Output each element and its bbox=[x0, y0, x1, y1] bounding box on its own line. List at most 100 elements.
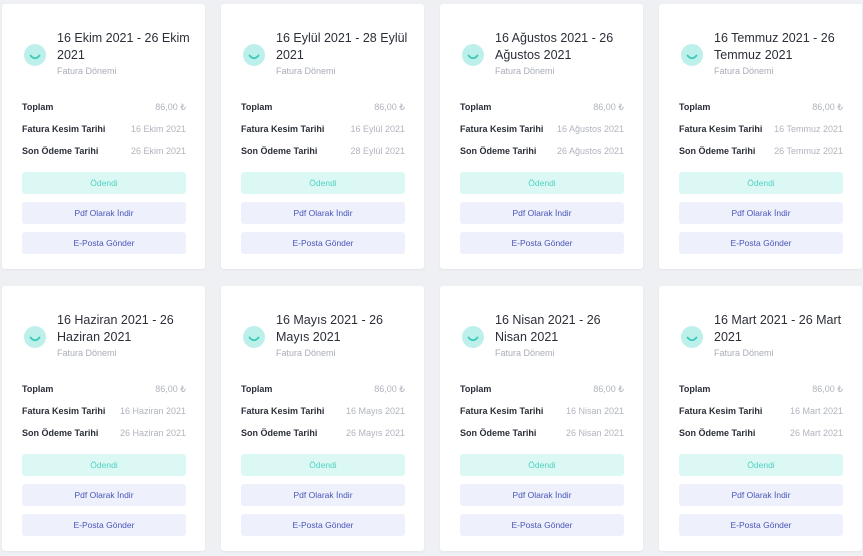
issue-date-row: Fatura Kesim Tarihi 16 Temmuz 2021 bbox=[679, 122, 843, 136]
total-label: Toplam bbox=[679, 384, 711, 394]
issue-date-row: Fatura Kesim Tarihi 16 Eylül 2021 bbox=[241, 122, 405, 136]
issue-date-label: Fatura Kesim Tarihi bbox=[22, 124, 106, 134]
due-date-label: Son Ödeme Tarihi bbox=[460, 146, 537, 156]
issue-date-label: Fatura Kesim Tarihi bbox=[241, 124, 325, 134]
total-label: Toplam bbox=[460, 102, 492, 112]
smile-icon bbox=[243, 44, 265, 66]
download-pdf-button[interactable]: Pdf Olarak İndir bbox=[22, 484, 186, 506]
due-date-row: Son Ödeme Tarihi 26 Nisan 2021 bbox=[460, 426, 624, 440]
invoice-period-subtitle: Fatura Dönemi bbox=[57, 348, 117, 358]
invoice-period-subtitle: Fatura Dönemi bbox=[57, 66, 117, 76]
total-row: Toplam 86,00 ₺ bbox=[679, 382, 843, 396]
total-row: Toplam 86,00 ₺ bbox=[241, 382, 405, 396]
issue-date-value: 16 Temmuz 2021 bbox=[774, 124, 843, 134]
total-label: Toplam bbox=[460, 384, 492, 394]
issue-date-row: Fatura Kesim Tarihi 16 Ekim 2021 bbox=[22, 122, 186, 136]
total-label: Toplam bbox=[241, 102, 273, 112]
paid-status-button[interactable]: Ödendi bbox=[679, 172, 843, 194]
due-date-value: 26 Haziran 2021 bbox=[119, 428, 186, 438]
smile-icon bbox=[24, 326, 46, 348]
invoice-card: 16 Ağustos 2021 - 26 Ağustos 2021 Fatura… bbox=[440, 4, 643, 269]
invoice-period-subtitle: Fatura Dönemi bbox=[276, 348, 336, 358]
issue-date-label: Fatura Kesim Tarihi bbox=[679, 124, 763, 134]
due-date-row: Son Ödeme Tarihi 26 Ekim 2021 bbox=[22, 144, 186, 158]
issue-date-row: Fatura Kesim Tarihi 16 Haziran 2021 bbox=[22, 404, 186, 418]
download-pdf-button[interactable]: Pdf Olarak İndir bbox=[679, 202, 843, 224]
invoice-period-subtitle: Fatura Dönemi bbox=[495, 66, 555, 76]
paid-status-button[interactable]: Ödendi bbox=[241, 172, 405, 194]
invoice-card: 16 Eylül 2021 - 28 Eylül 2021 Fatura Dön… bbox=[221, 4, 424, 269]
paid-status-button[interactable]: Ödendi bbox=[679, 454, 843, 476]
send-email-button[interactable]: E-Posta Gönder bbox=[22, 232, 186, 254]
due-date-value: 26 Ekim 2021 bbox=[130, 146, 186, 156]
total-row: Toplam 86,00 ₺ bbox=[460, 382, 624, 396]
download-pdf-button[interactable]: Pdf Olarak İndir bbox=[22, 202, 186, 224]
paid-status-button[interactable]: Ödendi bbox=[460, 172, 624, 194]
total-row: Toplam 86,00 ₺ bbox=[460, 100, 624, 114]
invoice-period-subtitle: Fatura Dönemi bbox=[714, 348, 774, 358]
invoice-card: 16 Haziran 2021 - 26 Haziran 2021 Fatura… bbox=[2, 286, 205, 551]
total-value: 86,00 ₺ bbox=[593, 102, 624, 112]
smile-icon bbox=[24, 44, 46, 66]
download-pdf-button[interactable]: Pdf Olarak İndir bbox=[679, 484, 843, 506]
total-row: Toplam 86,00 ₺ bbox=[679, 100, 843, 114]
total-value: 86,00 ₺ bbox=[812, 384, 843, 394]
due-date-value: 26 Ağustos 2021 bbox=[556, 146, 624, 156]
send-email-button[interactable]: E-Posta Gönder bbox=[679, 514, 843, 536]
send-email-button[interactable]: E-Posta Gönder bbox=[22, 514, 186, 536]
total-value: 86,00 ₺ bbox=[155, 384, 186, 394]
paid-status-button[interactable]: Ödendi bbox=[22, 454, 186, 476]
issue-date-label: Fatura Kesim Tarihi bbox=[460, 124, 544, 134]
download-pdf-button[interactable]: Pdf Olarak İndir bbox=[241, 202, 405, 224]
due-date-value: 26 Nisan 2021 bbox=[565, 428, 624, 438]
invoice-period-title: 16 Eylül 2021 - 28 Eylül 2021 bbox=[276, 31, 408, 62]
due-date-label: Son Ödeme Tarihi bbox=[679, 428, 756, 438]
issue-date-row: Fatura Kesim Tarihi 16 Mayıs 2021 bbox=[241, 404, 405, 418]
due-date-value: 26 Mayıs 2021 bbox=[345, 428, 405, 438]
issue-date-row: Fatura Kesim Tarihi 16 Ağustos 2021 bbox=[460, 122, 624, 136]
invoice-grid: 16 Ekim 2021 - 26 Ekim 2021 Fatura Dönem… bbox=[0, 0, 863, 556]
due-date-label: Son Ödeme Tarihi bbox=[241, 428, 318, 438]
total-row: Toplam 86,00 ₺ bbox=[241, 100, 405, 114]
due-date-value: 26 Temmuz 2021 bbox=[774, 146, 843, 156]
invoice-period-subtitle: Fatura Dönemi bbox=[276, 66, 336, 76]
invoice-card: 16 Mart 2021 - 26 Mart 2021 Fatura Dönem… bbox=[659, 286, 862, 551]
due-date-row: Son Ödeme Tarihi 26 Temmuz 2021 bbox=[679, 144, 843, 158]
download-pdf-button[interactable]: Pdf Olarak İndir bbox=[460, 484, 624, 506]
send-email-button[interactable]: E-Posta Gönder bbox=[460, 232, 624, 254]
smile-icon bbox=[243, 326, 265, 348]
total-value: 86,00 ₺ bbox=[374, 384, 405, 394]
issue-date-label: Fatura Kesim Tarihi bbox=[679, 406, 763, 416]
total-row: Toplam 86,00 ₺ bbox=[22, 100, 186, 114]
total-value: 86,00 ₺ bbox=[374, 102, 405, 112]
issue-date-value: 16 Mart 2021 bbox=[789, 406, 843, 416]
invoice-period-title: 16 Mart 2021 - 26 Mart 2021 bbox=[714, 313, 842, 344]
issue-date-value: 16 Nisan 2021 bbox=[565, 406, 624, 416]
due-date-row: Son Ödeme Tarihi 26 Ağustos 2021 bbox=[460, 144, 624, 158]
issue-date-label: Fatura Kesim Tarihi bbox=[241, 406, 325, 416]
total-value: 86,00 ₺ bbox=[593, 384, 624, 394]
issue-date-row: Fatura Kesim Tarihi 16 Nisan 2021 bbox=[460, 404, 624, 418]
send-email-button[interactable]: E-Posta Gönder bbox=[241, 232, 405, 254]
due-date-label: Son Ödeme Tarihi bbox=[22, 428, 99, 438]
paid-status-button[interactable]: Ödendi bbox=[241, 454, 405, 476]
due-date-row: Son Ödeme Tarihi 26 Mart 2021 bbox=[679, 426, 843, 440]
total-label: Toplam bbox=[22, 102, 54, 112]
due-date-row: Son Ödeme Tarihi 26 Mayıs 2021 bbox=[241, 426, 405, 440]
invoice-card: 16 Nisan 2021 - 26 Nisan 2021 Fatura Dön… bbox=[440, 286, 643, 551]
total-row: Toplam 86,00 ₺ bbox=[22, 382, 186, 396]
due-date-row: Son Ödeme Tarihi 28 Eylül 2021 bbox=[241, 144, 405, 158]
download-pdf-button[interactable]: Pdf Olarak İndir bbox=[241, 484, 405, 506]
paid-status-button[interactable]: Ödendi bbox=[22, 172, 186, 194]
invoice-period-title: 16 Mayıs 2021 - 26 Mayıs 2021 bbox=[276, 313, 384, 344]
send-email-button[interactable]: E-Posta Gönder bbox=[460, 514, 624, 536]
send-email-button[interactable]: E-Posta Gönder bbox=[679, 232, 843, 254]
due-date-value: 28 Eylül 2021 bbox=[350, 146, 405, 156]
paid-status-button[interactable]: Ödendi bbox=[460, 454, 624, 476]
download-pdf-button[interactable]: Pdf Olarak İndir bbox=[460, 202, 624, 224]
send-email-button[interactable]: E-Posta Gönder bbox=[241, 514, 405, 536]
smile-icon bbox=[681, 326, 703, 348]
due-date-label: Son Ödeme Tarihi bbox=[460, 428, 537, 438]
invoice-period-title: 16 Nisan 2021 - 26 Nisan 2021 bbox=[495, 313, 601, 344]
invoice-period-subtitle: Fatura Dönemi bbox=[495, 348, 555, 358]
